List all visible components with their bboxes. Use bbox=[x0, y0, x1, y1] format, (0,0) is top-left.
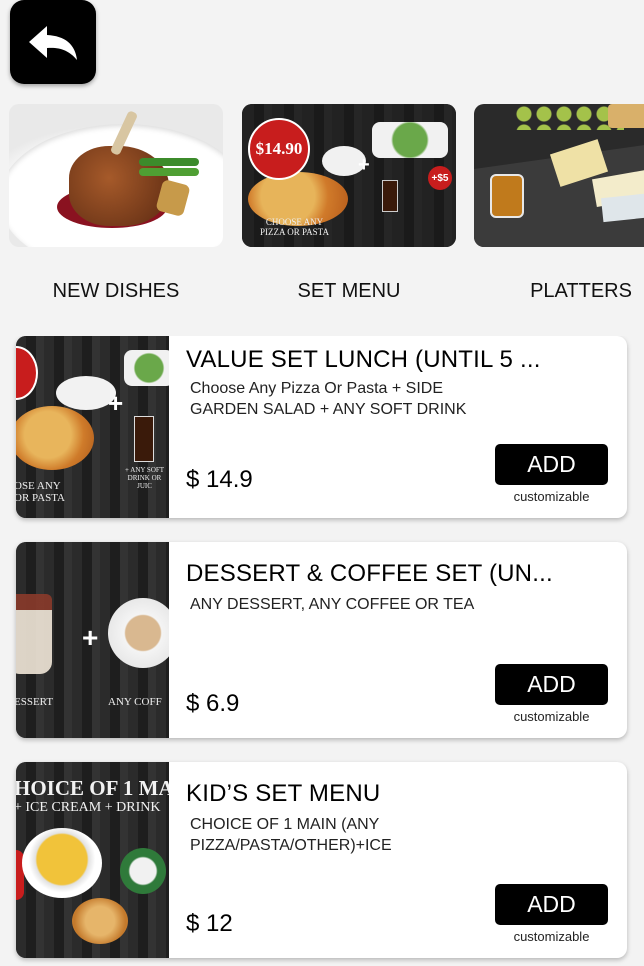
menu-item-description: CHOICE OF 1 MAIN (ANY PIZZA/PASTA/OTHER)… bbox=[190, 816, 392, 854]
add-button[interactable]: ADD bbox=[495, 884, 608, 925]
category-label-set-menu[interactable]: SET MENU bbox=[242, 280, 456, 303]
menu-item-price: $ 14.9 bbox=[186, 466, 253, 493]
menu-item-description: Choose Any Pizza Or Pasta + SIDE GARDEN … bbox=[190, 380, 467, 418]
menu-item-price: $ 6.9 bbox=[186, 690, 240, 717]
customizable-note: customizable bbox=[513, 929, 590, 944]
menu-item-image: HOICE OF 1 MAI + ICE CREAM + DRINK bbox=[16, 762, 169, 958]
menu-item-title: DESSERT & COFFEE SET (UN... bbox=[186, 560, 553, 587]
menu-item-image: + ESSERT ANY COFF bbox=[16, 542, 169, 738]
category-label-platters[interactable]: PLATTERS bbox=[474, 280, 644, 303]
category-new-dishes-image[interactable] bbox=[9, 104, 223, 247]
menu-item-card[interactable]: HOICE OF 1 MAI + ICE CREAM + DRINK KID’S… bbox=[16, 762, 627, 958]
price-badge: $14.90 bbox=[248, 118, 310, 180]
menu-item-price: $ 12 bbox=[186, 910, 233, 937]
menu-item-list[interactable]: + OSE ANY OR PASTA + ANY SOFT DRINK OR J… bbox=[0, 336, 644, 966]
menu-item-image: + OSE ANY OR PASTA + ANY SOFT DRINK OR J… bbox=[16, 336, 169, 518]
category-set-menu-image[interactable]: + $14.90 +$5 CHOOSE ANY PIZZA OR PASTA bbox=[242, 104, 456, 247]
add-button[interactable]: ADD bbox=[495, 444, 608, 485]
promo-caption: CHOOSE ANY PIZZA OR PASTA bbox=[260, 217, 329, 237]
category-carousel[interactable]: + $14.90 +$5 CHOOSE ANY PIZZA OR PASTA N… bbox=[0, 104, 644, 314]
category-label-new-dishes[interactable]: NEW DISHES bbox=[9, 280, 223, 303]
extra-price-badge: +$5 bbox=[428, 166, 452, 190]
add-button[interactable]: ADD bbox=[495, 664, 608, 705]
customizable-note: customizable bbox=[513, 709, 590, 724]
customizable-note: customizable bbox=[513, 489, 590, 504]
menu-item-card[interactable]: + OSE ANY OR PASTA + ANY SOFT DRINK OR J… bbox=[16, 336, 627, 518]
menu-item-description: ANY DESSERT, ANY COFFEE OR TEA bbox=[190, 596, 475, 613]
menu-item-title: VALUE SET LUNCH (UNTIL 5 ... bbox=[186, 346, 541, 373]
category-platters-image[interactable] bbox=[474, 104, 644, 247]
back-arrow-icon bbox=[29, 26, 77, 60]
menu-item-card[interactable]: + ESSERT ANY COFF DESSERT & COFFEE SET (… bbox=[16, 542, 627, 738]
menu-item-title: KID’S SET MENU bbox=[186, 780, 381, 807]
back-button[interactable] bbox=[10, 0, 96, 84]
